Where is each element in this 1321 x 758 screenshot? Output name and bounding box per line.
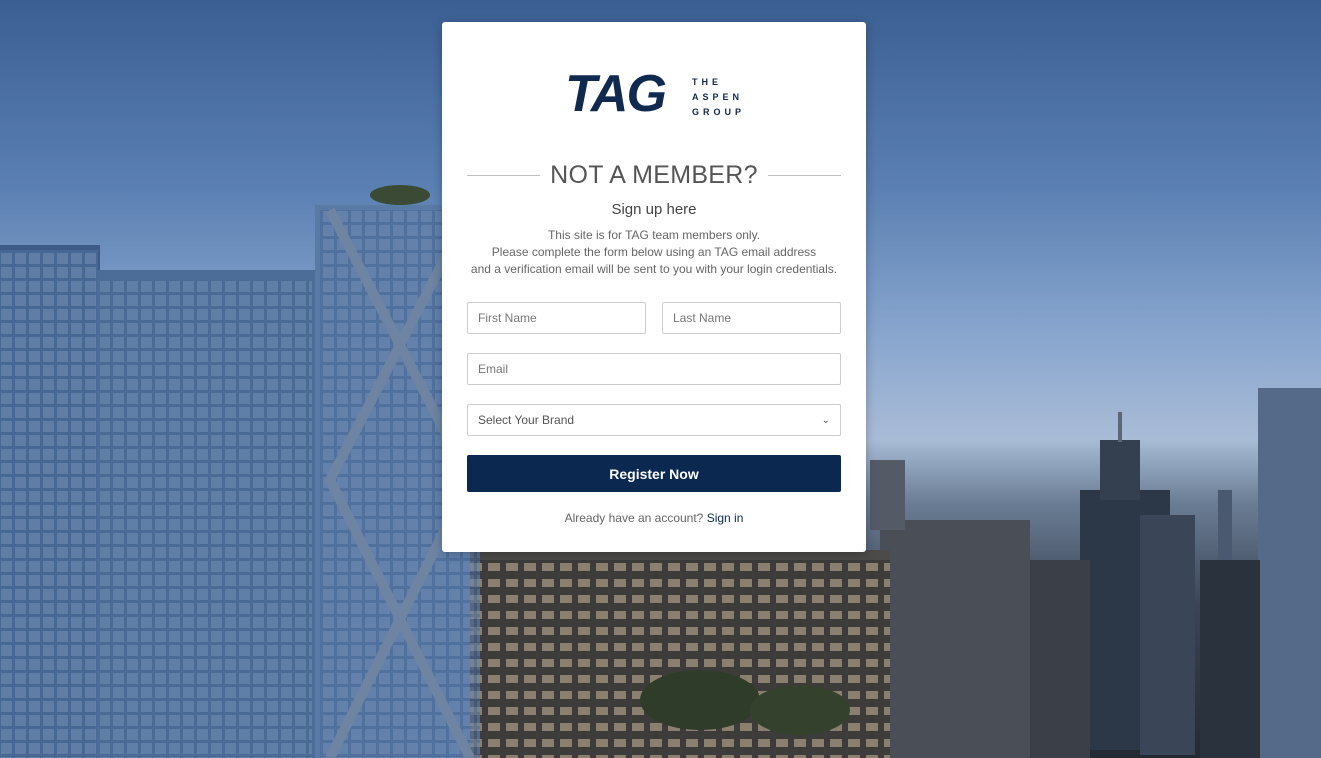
page-title: NOT A MEMBER? [550, 160, 758, 189]
chevron-down-icon: ⌄ [821, 414, 830, 426]
brand-select[interactable]: Select Your Brand ⌄ [467, 404, 841, 436]
signin-row: Already have an account? Sign in [442, 511, 866, 525]
heading-divider-left [467, 174, 541, 176]
heading-divider-right [767, 174, 842, 176]
logo-tagline-line: GROUP [692, 107, 746, 117]
logo-wordmark: TAG [565, 65, 667, 123]
logo-tagline: THE ASPEN GROUP [692, 75, 745, 120]
signin-link[interactable]: Sign in [707, 511, 744, 525]
tag-logo: TAG THE ASPEN GROUP [565, 50, 745, 130]
first-name-input[interactable] [467, 302, 646, 334]
register-button[interactable]: Register Now [467, 455, 841, 492]
signup-card: TAG THE ASPEN GROUP NOT A MEMBER? Sign u… [442, 22, 866, 552]
signin-prompt: Already have an account? [564, 511, 704, 525]
logo-tagline-line: THE [692, 77, 722, 87]
description: This site is for TAG team members only. … [442, 227, 866, 278]
heading-row: NOT A MEMBER? [467, 160, 842, 190]
description-line: and a verification email will be sent to… [470, 262, 838, 276]
subtitle: Sign up here [611, 201, 697, 218]
last-name-input[interactable] [662, 302, 841, 334]
brand-select-value: Select Your Brand [478, 413, 575, 427]
email-input[interactable] [467, 353, 841, 385]
description-line: This site is for TAG team members only. [547, 228, 761, 242]
logo-tagline-line: ASPEN [692, 92, 744, 102]
description-line: Please complete the form below using an … [491, 245, 817, 259]
